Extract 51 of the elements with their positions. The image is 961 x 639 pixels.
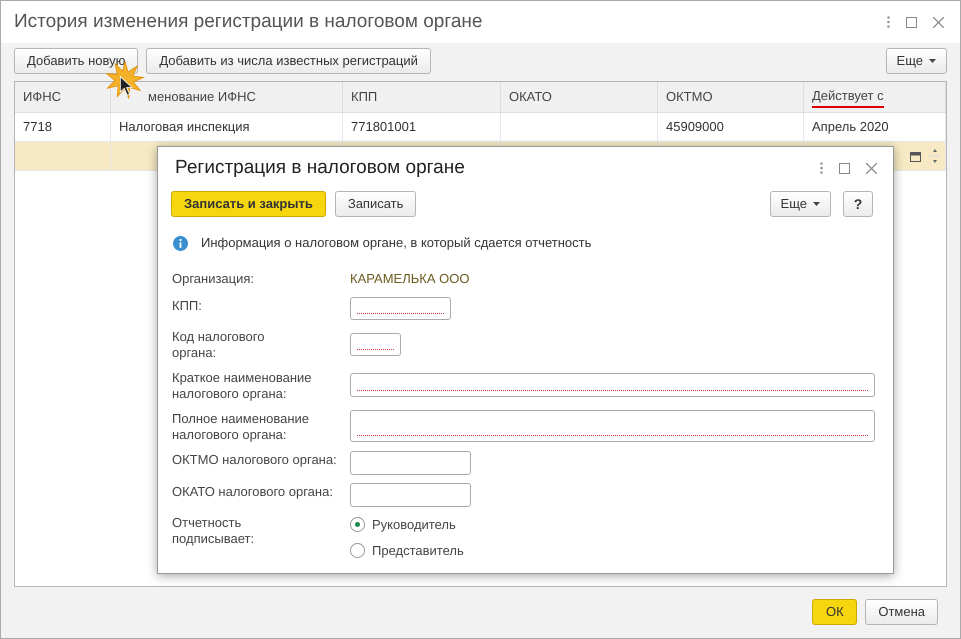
cancel-button[interactable]: Отмена	[865, 599, 938, 625]
field-label: Организация:	[172, 270, 256, 288]
table-cell-text: Апрель 2020	[812, 118, 889, 136]
table-row[interactable]: 7718 Налоговая инспекция 771801001 45909000 Апрель 2020	[15, 113, 946, 142]
organization-value: КАРАМЕЛЬКА ООО	[350, 270, 470, 288]
field-label: КПП:	[172, 296, 203, 314]
table-cell-text: Налоговая инспекция	[119, 118, 250, 136]
input-field[interactable]	[350, 332, 401, 356]
more-button[interactable]: Еще	[770, 191, 831, 217]
calendar-icon[interactable]	[910, 150, 921, 162]
more-icon[interactable]	[887, 16, 890, 28]
caret-icon	[813, 202, 820, 206]
field-label: Полное наименование налогового органа:	[172, 410, 310, 442]
column-header[interactable]: КПП	[351, 87, 378, 107]
close-icon[interactable]	[933, 16, 944, 28]
close-icon[interactable]	[866, 162, 877, 174]
field-label: Код налогового органа:	[172, 328, 266, 360]
maximize-icon[interactable]	[906, 16, 917, 28]
column-header[interactable]: ОКТМО	[666, 87, 713, 107]
radio-option[interactable]: Представитель	[350, 541, 464, 560]
input-field[interactable]	[350, 410, 875, 442]
more-icon[interactable]	[820, 162, 823, 174]
more-button[interactable]: Еще	[886, 48, 947, 74]
column-header[interactable]: Действует с	[812, 86, 884, 108]
toolbar-button[interactable]: Добавить из числа известных регистраций	[146, 48, 431, 74]
column-header[interactable]: ОКАТО	[509, 87, 552, 107]
column-header[interactable]: менование ИФНС	[148, 87, 256, 107]
info-icon	[173, 236, 188, 250]
input-field[interactable]	[350, 482, 471, 506]
ok-button[interactable]: ОК	[812, 599, 858, 625]
field-label: ОКАТО налогового органа:	[172, 482, 334, 500]
dialog-title: Регистрация в налоговом органе	[175, 156, 465, 180]
toolbar-button[interactable]: Добавить новую	[14, 48, 138, 74]
save-button[interactable]: Записать	[334, 191, 416, 217]
maximize-icon[interactable]	[839, 162, 850, 174]
table-cell-text: 45909000	[666, 118, 724, 136]
input-field[interactable]	[350, 373, 875, 397]
input-field[interactable]	[350, 296, 451, 320]
field-label: ОКТМО налогового органа:	[172, 450, 338, 468]
radio-option[interactable]: Руководитель	[350, 514, 456, 534]
field-label: Отчетность подписывает:	[172, 514, 256, 546]
table-cell-text: 771801001	[351, 118, 416, 136]
save-and-close-button[interactable]: Записать и закрыть	[171, 191, 326, 217]
field-label: Краткое наименование налогового органа:	[172, 368, 313, 402]
help-button[interactable]: ?	[843, 191, 873, 217]
column-header[interactable]: ИФНС	[23, 87, 62, 107]
info-text: Информация о налоговом органе, в который сдается отчетность	[201, 234, 592, 252]
table-cell-text: 7718	[23, 118, 52, 136]
input-field[interactable]	[350, 450, 471, 474]
caret-icon	[929, 58, 936, 62]
window-title: История изменения регистрации в налоговом органе	[14, 10, 482, 34]
